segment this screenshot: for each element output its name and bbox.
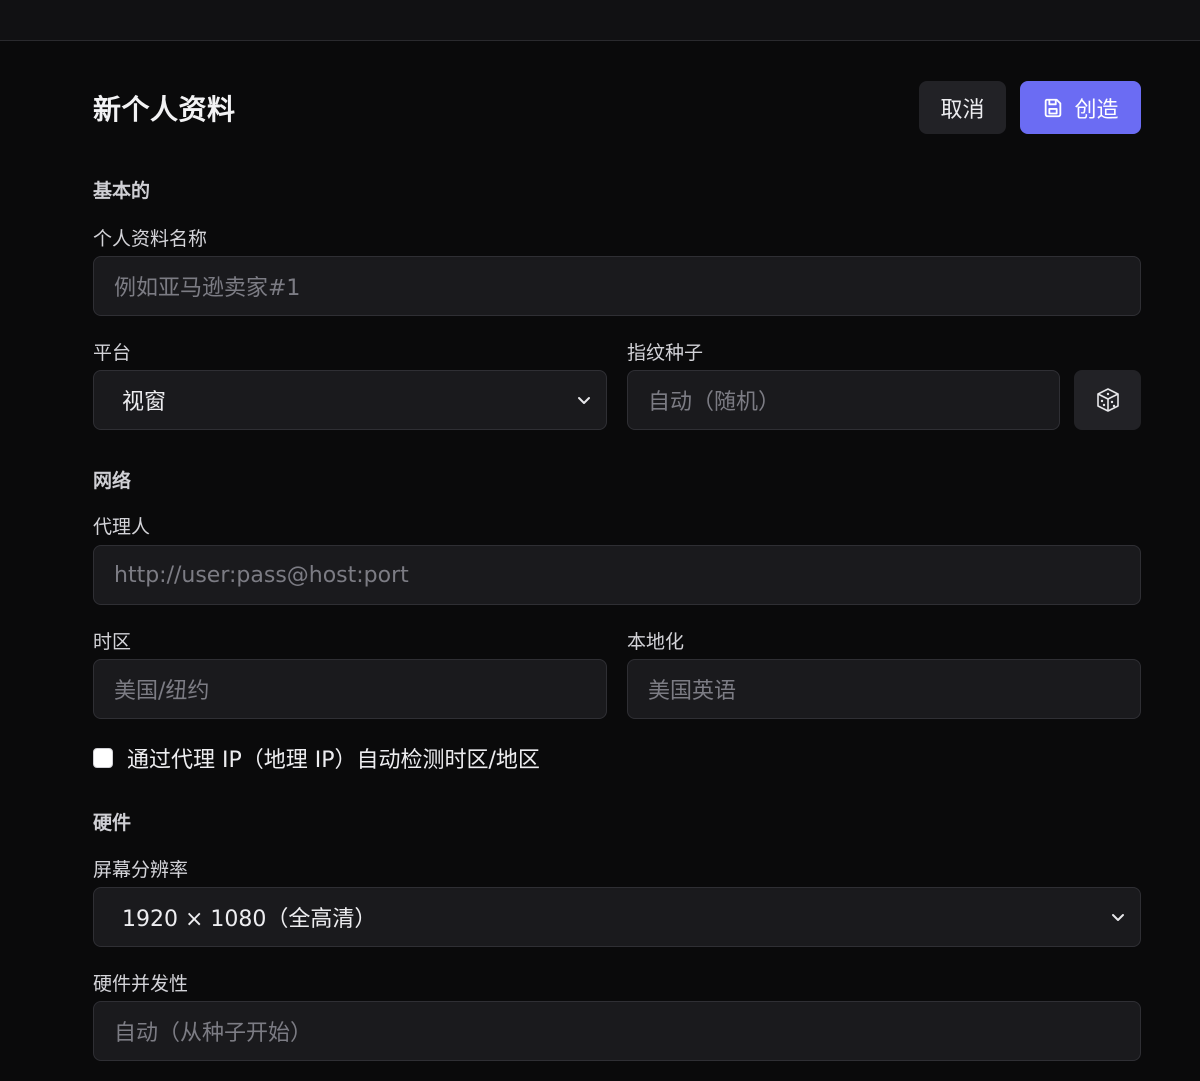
timezone-input[interactable]: 美国/纽约 — [93, 659, 607, 719]
header-actions: 取消 创造 — [919, 81, 1141, 134]
random-seed-button[interactable] — [1074, 370, 1141, 430]
locale-label: 本地化 — [627, 631, 685, 653]
chevron-down-icon — [1112, 914, 1124, 921]
profile-name-label: 个人资料名称 — [93, 228, 208, 250]
auto-detect-label[interactable]: 通过代理 IP（地理 IP）自动检测时区/地区 — [127, 742, 540, 774]
resolution-select-value: 1920 × 1080（全高清） — [122, 907, 377, 932]
platform-select-value: 视窗 — [122, 390, 167, 415]
timezone-label: 时区 — [93, 631, 132, 653]
chevron-down-icon — [578, 397, 590, 404]
section-hardware-title: 硬件 — [93, 812, 132, 834]
profile-name-input[interactable]: 例如亚马逊卖家#1 — [93, 256, 1141, 316]
section-basic-title: 基本的 — [93, 180, 151, 202]
resolution-label: 屏幕分辨率 — [93, 859, 189, 881]
seed-input[interactable]: 自动（随机） — [627, 370, 1060, 430]
concurrency-input[interactable]: 自动（从种子开始） — [93, 1001, 1141, 1061]
proxy-label: 代理人 — [93, 516, 151, 538]
proxy-input[interactable]: http://user:pass@host:port — [93, 545, 1141, 605]
top-bar — [0, 0, 1200, 41]
cancel-button[interactable]: 取消 — [919, 81, 1006, 134]
locale-input[interactable]: 美国英语 — [627, 659, 1141, 719]
section-network-title: 网络 — [93, 470, 132, 492]
auto-detect-row: 通过代理 IP（地理 IP）自动检测时区/地区 — [93, 742, 540, 774]
form-header: 新个人资料 取消 创造 — [93, 80, 1141, 135]
resolution-select[interactable]: 1920 × 1080（全高清） — [93, 887, 1141, 947]
save-icon — [1045, 98, 1062, 117]
new-profile-form: 新个人资料 取消 创造 — [93, 80, 1141, 135]
seed-label: 指纹种子 — [627, 342, 704, 364]
concurrency-label: 硬件并发性 — [93, 973, 189, 995]
create-button[interactable]: 创造 — [1020, 81, 1141, 134]
dice-icon — [1096, 388, 1119, 412]
page-title: 新个人资料 — [93, 92, 236, 126]
platform-label: 平台 — [93, 342, 132, 364]
platform-select[interactable]: 视窗 — [93, 370, 607, 430]
create-button-label: 创造 — [1074, 97, 1119, 123]
auto-detect-checkbox[interactable] — [93, 748, 113, 768]
